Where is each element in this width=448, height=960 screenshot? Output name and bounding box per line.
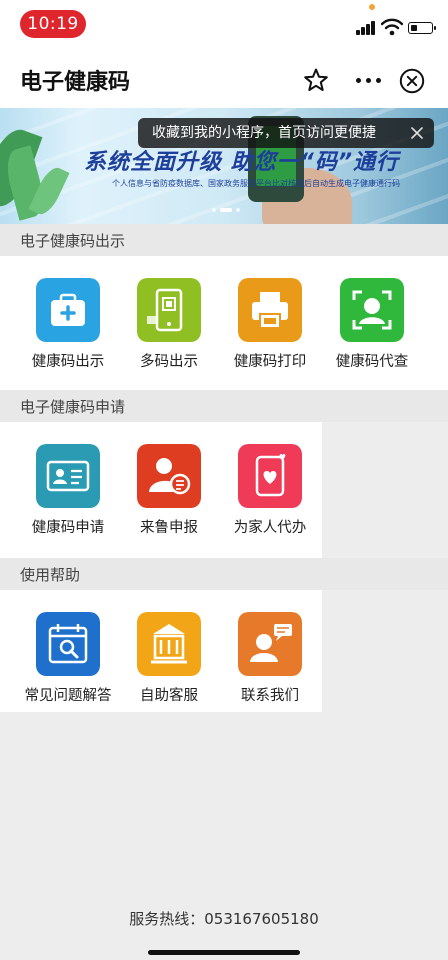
status-time: 10:19 bbox=[20, 10, 86, 38]
carousel-indicator bbox=[212, 208, 242, 214]
phone-heart-icon bbox=[238, 444, 302, 508]
tile-label: 来鲁申报 bbox=[140, 520, 198, 536]
building-icon bbox=[137, 612, 201, 676]
banner-title: 系统全面升级 助您一“码”通行 bbox=[84, 150, 399, 175]
tile-label: 常见问题解答 bbox=[24, 688, 112, 704]
printer-icon bbox=[238, 278, 302, 342]
medkit-icon bbox=[36, 278, 100, 342]
tile-health-code-apply[interactable]: 健康码申请 bbox=[18, 444, 120, 564]
section-header-apply: 电子健康码申请 bbox=[0, 390, 448, 422]
status-bar: 10:19 bbox=[0, 0, 448, 48]
tooltip-close-icon[interactable] bbox=[410, 126, 424, 140]
contact-chat-icon bbox=[238, 612, 302, 676]
add-to-favorites-tooltip[interactable]: 收藏到我的小程序，首页访问更便捷 bbox=[138, 118, 434, 148]
section-show: 健康码出示 多码出示 健康码打印 健康码代查 bbox=[0, 256, 448, 390]
section-header-help: 使用帮助 bbox=[0, 558, 448, 590]
service-hotline[interactable]: 服务热线：053167605180 bbox=[0, 908, 448, 929]
favorite-star-icon[interactable] bbox=[303, 67, 329, 93]
tile-label: 健康码代查 bbox=[335, 354, 409, 370]
tile-label: 为家人代办 bbox=[233, 520, 307, 536]
tile-faq[interactable]: 常见问题解答 bbox=[18, 612, 120, 732]
tile-contact-us[interactable]: 联系我们 bbox=[220, 612, 322, 732]
calendar-search-icon bbox=[36, 612, 100, 676]
phone-qr-icon bbox=[137, 278, 201, 342]
section-header-show: 电子健康码出示 bbox=[0, 224, 448, 256]
tile-health-code-print[interactable]: 健康码打印 bbox=[220, 278, 322, 398]
tile-label: 多码出示 bbox=[140, 354, 198, 370]
privacy-indicator-dot bbox=[369, 4, 375, 10]
tile-label: 健康码出示 bbox=[31, 354, 105, 370]
tile-label: 健康码申请 bbox=[31, 520, 105, 536]
page-title: 电子健康码 bbox=[20, 70, 131, 95]
tile-label: 健康码打印 bbox=[233, 354, 307, 370]
section-apply: 健康码申请 来鲁申报 为家人代办 bbox=[0, 422, 322, 558]
tile-family-proxy[interactable]: 为家人代办 bbox=[220, 444, 322, 564]
home-indicator[interactable] bbox=[148, 950, 300, 955]
tile-arrival-declaration[interactable]: 来鲁申报 bbox=[119, 444, 221, 564]
section-title: 使用帮助 bbox=[20, 566, 81, 584]
tile-health-code-show[interactable]: 健康码出示 bbox=[18, 278, 120, 398]
tile-health-code-proxy-check[interactable]: 健康码代查 bbox=[322, 278, 424, 398]
tile-multi-code-show[interactable]: 多码出示 bbox=[119, 278, 221, 398]
section-help: 常见问题解答 自助客服 联系我们 bbox=[0, 590, 322, 712]
banner-subtitle: 个人信息与省防疫数据库、国家政务服务平台比对核验后自动生成电子健康通行码 bbox=[112, 179, 400, 188]
tile-label: 自助客服 bbox=[140, 688, 198, 704]
nav-bar: 电子健康码 bbox=[0, 48, 448, 108]
tooltip-text: 收藏到我的小程序，首页访问更便捷 bbox=[152, 125, 376, 141]
face-scan-icon bbox=[340, 278, 404, 342]
tile-label: 联系我们 bbox=[241, 688, 299, 704]
tile-self-service[interactable]: 自助客服 bbox=[119, 612, 221, 732]
id-card-icon bbox=[36, 444, 100, 508]
more-options-icon[interactable] bbox=[355, 69, 383, 91]
section-title: 电子健康码申请 bbox=[20, 398, 126, 416]
close-miniprogram-icon[interactable] bbox=[399, 68, 425, 94]
cellular-signal-icon bbox=[356, 21, 376, 35]
section-title: 电子健康码出示 bbox=[20, 232, 126, 250]
battery-icon bbox=[408, 22, 436, 34]
person-doc-icon bbox=[137, 444, 201, 508]
wifi-icon bbox=[381, 18, 403, 36]
